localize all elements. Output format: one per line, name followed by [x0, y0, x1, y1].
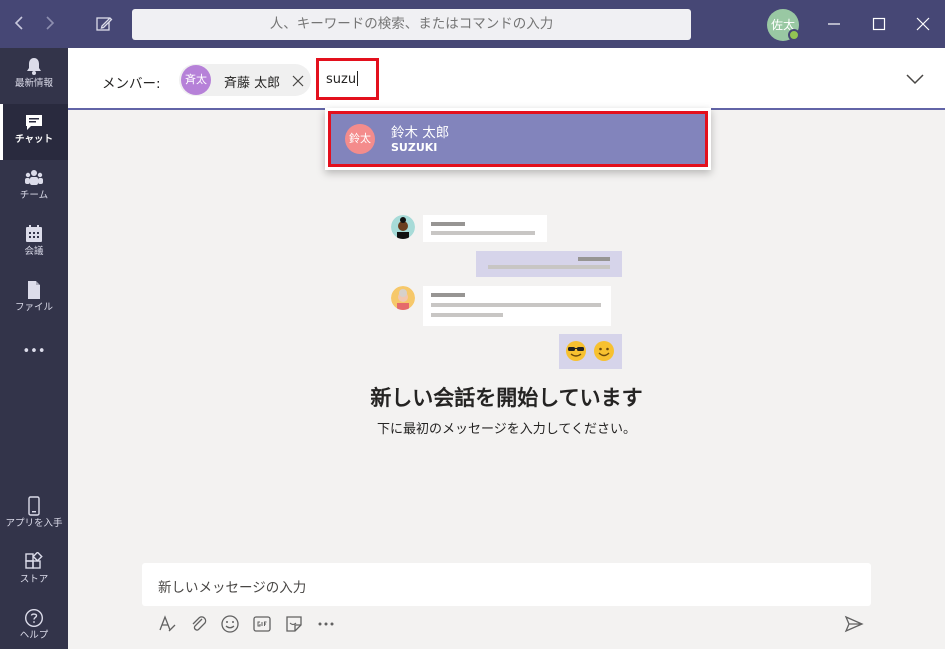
new-chat-button[interactable] — [92, 12, 116, 36]
close-button[interactable] — [911, 12, 935, 36]
member-search-field[interactable]: suzu — [316, 58, 379, 100]
file-icon — [28, 281, 40, 299]
empty-state-subtitle: 下に最初のメッセージを入力してください。 — [377, 422, 636, 437]
more-options-button[interactable] — [315, 613, 337, 635]
gif-button[interactable] — [251, 613, 273, 635]
text-line — [431, 303, 601, 307]
text-line — [431, 313, 503, 317]
bell-icon — [27, 58, 41, 75]
attach-button[interactable] — [188, 613, 210, 635]
member-chip: 斉太 斉藤 太郎 — [179, 64, 311, 96]
more-icon: ••• — [22, 344, 46, 359]
presence-available-icon — [788, 29, 800, 41]
calendar-icon — [26, 225, 42, 242]
compose-box[interactable]: 新しいメッセージの入力 — [142, 563, 871, 606]
person-avatar-icon — [391, 286, 415, 310]
gif-icon — [253, 616, 271, 632]
compose-icon — [96, 17, 113, 31]
chat-icon — [26, 115, 42, 130]
rail-item-meetings[interactable]: 会議 — [0, 216, 68, 272]
message-input[interactable]: 新しいメッセージの入力 — [158, 576, 306, 596]
members-label: メンバー: — [102, 76, 161, 92]
title-bar: 佐太 — [0, 0, 945, 48]
search-input[interactable] — [132, 9, 691, 40]
message-bubble-self — [476, 251, 622, 277]
maximize-icon — [872, 17, 886, 31]
member-search-value: suzu — [326, 72, 357, 87]
suggestion-name: 鈴木 太郎 — [391, 125, 450, 141]
format-icon — [159, 615, 176, 632]
rail-item-get-app[interactable]: アプリを入手 — [0, 488, 68, 544]
member-bar: メンバー: 斉太 斉藤 太郎 suzu — [68, 48, 945, 110]
minimize-icon — [828, 23, 840, 25]
app-rail: 最新情報 チャット チーム 会議 ファイル ••• アプリを入手 ストア ヘルプ — [0, 48, 68, 649]
send-icon — [844, 615, 864, 633]
send-button[interactable] — [843, 613, 865, 635]
chat-main: メンバー: 斉太 斉藤 太郎 suzu 鈴太 鈴木 太郎 SUZUKI 新しい会… — [68, 48, 945, 649]
emoji-button[interactable] — [219, 613, 241, 635]
rail-item-more[interactable]: ••• — [0, 338, 68, 374]
message-bubble — [423, 215, 547, 242]
attach-icon — [192, 616, 207, 631]
rail-item-label: アプリを入手 — [5, 518, 63, 529]
empty-state-title: 新しい会話を開始しています — [370, 386, 643, 410]
sticker-button[interactable] — [283, 613, 305, 635]
format-button[interactable] — [156, 613, 178, 635]
member-search-input[interactable]: suzu — [326, 71, 359, 87]
suggestion-username: SUZUKI — [391, 141, 438, 154]
rail-item-files[interactable]: ファイル — [0, 272, 68, 328]
more-options-icon — [318, 622, 334, 626]
rail-item-chat[interactable]: チャット — [0, 104, 68, 160]
avatar: 鈴太 — [345, 124, 375, 154]
member-chip-name: 斉藤 太郎 — [224, 76, 281, 91]
avatar: 斉太 — [181, 65, 211, 95]
rail-item-help[interactable]: ヘルプ — [0, 600, 68, 649]
chevron-right-icon — [46, 16, 55, 30]
rail-item-teams[interactable]: チーム — [0, 160, 68, 216]
rail-item-label: チャット — [15, 134, 53, 145]
help-icon — [24, 608, 44, 628]
close-icon — [292, 75, 304, 87]
rail-item-label: 最新情報 — [14, 78, 53, 89]
suggestion-item[interactable]: 鈴太 鈴木 太郎 SUZUKI — [328, 111, 708, 167]
back-button[interactable] — [9, 12, 31, 34]
text-line — [488, 265, 610, 269]
rail-item-label: 会議 — [24, 246, 44, 257]
member-suggestion-dropdown: 鈴太 鈴木 太郎 SUZUKI — [325, 108, 711, 170]
chevron-down-icon — [906, 74, 924, 85]
rail-item-label: ストア — [19, 574, 49, 585]
collapse-button[interactable] — [904, 68, 926, 90]
text-line — [431, 231, 535, 235]
text-line — [578, 257, 610, 261]
rail-item-store[interactable]: ストア — [0, 544, 68, 600]
message-bubble — [423, 286, 611, 326]
sunglasses-emoji-icon — [566, 341, 586, 361]
chevron-left-icon — [14, 16, 23, 30]
maximize-button[interactable] — [867, 12, 891, 36]
emoji-bubble — [559, 334, 622, 369]
rail-item-label: チーム — [19, 190, 49, 201]
forward-button[interactable] — [38, 12, 60, 34]
rail-item-label: ヘルプ — [19, 630, 49, 641]
store-icon — [25, 552, 43, 569]
minimize-button[interactable] — [822, 12, 846, 36]
rail-item-activity[interactable]: 最新情報 — [0, 48, 68, 104]
conversation-illustration — [386, 210, 626, 370]
emoji-icon — [221, 615, 239, 633]
text-line — [431, 222, 465, 226]
phone-icon — [28, 496, 40, 516]
teams-icon — [25, 170, 43, 185]
rail-item-label: ファイル — [14, 302, 53, 313]
smile-emoji-icon — [594, 341, 614, 361]
person-avatar-icon — [391, 215, 415, 239]
close-icon — [916, 17, 930, 31]
text-line — [431, 293, 465, 297]
text-caret — [357, 71, 359, 86]
remove-member-button[interactable] — [292, 70, 304, 91]
sticker-icon — [286, 616, 302, 632]
